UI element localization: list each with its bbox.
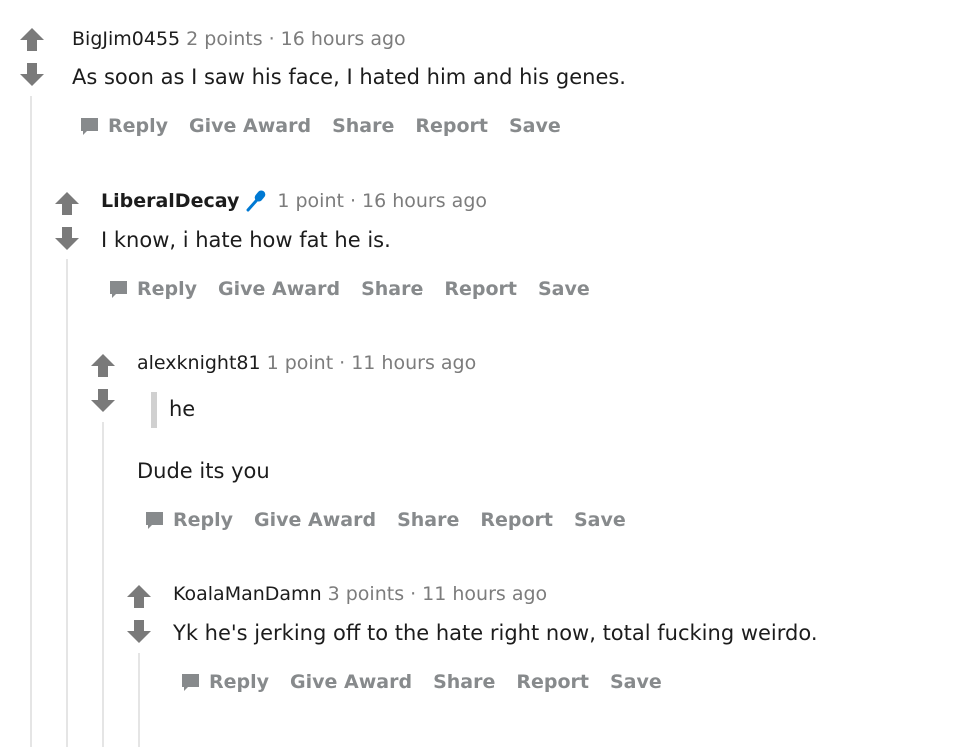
downvote-button[interactable] xyxy=(18,62,46,88)
meta-separator: · xyxy=(349,190,356,212)
comment-timestamp[interactable]: 11 hours ago xyxy=(422,583,547,605)
blockquote-bar xyxy=(151,392,157,428)
save-button[interactable]: Save xyxy=(509,113,561,139)
author-name[interactable]: LiberalDecay xyxy=(101,190,239,212)
downvote-button[interactable] xyxy=(53,226,81,252)
comment-meta: alexknight81 1 point · 11 hours ago xyxy=(137,350,476,376)
save-button[interactable]: Save xyxy=(538,276,590,302)
comment-meta: KoalaManDamn 3 points · 11 hours ago xyxy=(173,581,547,607)
comment-points: 1 point xyxy=(266,352,334,374)
meta-separator: · xyxy=(268,28,275,50)
save-button[interactable]: Save xyxy=(574,507,626,533)
up-arrow-icon xyxy=(20,28,44,51)
reply-button[interactable]: Reply xyxy=(144,507,233,533)
reply-label: Reply xyxy=(173,509,234,531)
thread-line[interactable] xyxy=(102,422,104,747)
down-arrow-icon xyxy=(20,63,44,86)
give-award-button[interactable]: Give Award xyxy=(189,113,311,139)
share-button[interactable]: Share xyxy=(433,669,495,695)
reply-label: Reply xyxy=(209,671,270,693)
up-arrow-icon xyxy=(127,585,151,608)
speech-bubble-icon xyxy=(110,280,127,298)
down-arrow-icon xyxy=(91,389,115,412)
thread-line[interactable] xyxy=(30,96,32,747)
author-name[interactable]: BigJim0455 xyxy=(72,28,180,50)
comment-meta: LiberalDecay 1 point · 16 hours ago xyxy=(101,188,487,214)
speech-bubble-icon xyxy=(182,673,199,691)
comment-timestamp[interactable]: 16 hours ago xyxy=(281,28,406,50)
report-button[interactable]: Report xyxy=(444,276,517,302)
downvote-button[interactable] xyxy=(89,388,117,414)
share-button[interactable]: Share xyxy=(361,276,423,302)
microphone-icon xyxy=(246,189,266,211)
thread-line[interactable] xyxy=(138,653,140,747)
comment-actions: Reply Give Award Share Report Save xyxy=(144,507,647,533)
save-button[interactable]: Save xyxy=(610,669,662,695)
up-arrow-icon xyxy=(91,354,115,377)
comment-points: 1 point xyxy=(277,190,344,212)
give-award-button[interactable]: Give Award xyxy=(218,276,340,302)
comment-actions: Reply Give Award Share Report Save xyxy=(79,113,582,139)
comment-points: 2 points xyxy=(186,28,263,50)
comment-timestamp[interactable]: 11 hours ago xyxy=(351,352,476,374)
upvote-button[interactable] xyxy=(53,190,81,216)
blockquote: he xyxy=(151,392,196,428)
comment-meta: BigJim0455 2 points · 16 hours ago xyxy=(72,26,406,52)
comment-text: I know, i hate how fat he is. xyxy=(101,228,391,252)
share-button[interactable]: Share xyxy=(332,113,394,139)
comment-points: 3 points xyxy=(327,583,405,605)
thread-line[interactable] xyxy=(66,259,68,747)
speech-bubble-icon xyxy=(81,117,98,135)
upvote-button[interactable] xyxy=(18,26,46,52)
report-button[interactable]: Report xyxy=(516,669,589,695)
comment-text: As soon as I saw his face, I hated him a… xyxy=(72,65,626,89)
down-arrow-icon xyxy=(55,227,79,250)
reply-button[interactable]: Reply xyxy=(79,113,168,139)
downvote-button[interactable] xyxy=(125,619,153,645)
meta-separator: · xyxy=(339,352,346,374)
reply-label: Reply xyxy=(137,278,198,300)
report-button[interactable]: Report xyxy=(480,507,553,533)
upvote-button[interactable] xyxy=(125,583,153,609)
comment-timestamp[interactable]: 16 hours ago xyxy=(362,190,487,212)
up-arrow-icon xyxy=(55,192,79,215)
author-name[interactable]: alexknight81 xyxy=(137,352,261,374)
share-button[interactable]: Share xyxy=(397,507,459,533)
down-arrow-icon xyxy=(127,620,151,643)
give-award-button[interactable]: Give Award xyxy=(254,507,376,533)
author-name[interactable]: KoalaManDamn xyxy=(173,583,322,605)
reply-button[interactable]: Reply xyxy=(180,669,269,695)
comment-text: Dude its you xyxy=(137,459,270,483)
give-award-button[interactable]: Give Award xyxy=(290,669,412,695)
reply-button[interactable]: Reply xyxy=(108,276,197,302)
comment-actions: Reply Give Award Share Report Save xyxy=(108,276,611,302)
comment-actions: Reply Give Award Share Report Save xyxy=(180,669,683,695)
upvote-button[interactable] xyxy=(89,352,117,378)
comment-text: Yk he's jerking off to the hate right no… xyxy=(173,621,818,645)
speech-bubble-icon xyxy=(146,511,163,529)
report-button[interactable]: Report xyxy=(415,113,488,139)
reply-label: Reply xyxy=(108,115,169,137)
meta-separator: · xyxy=(410,583,417,605)
quote-text: he xyxy=(169,397,196,421)
